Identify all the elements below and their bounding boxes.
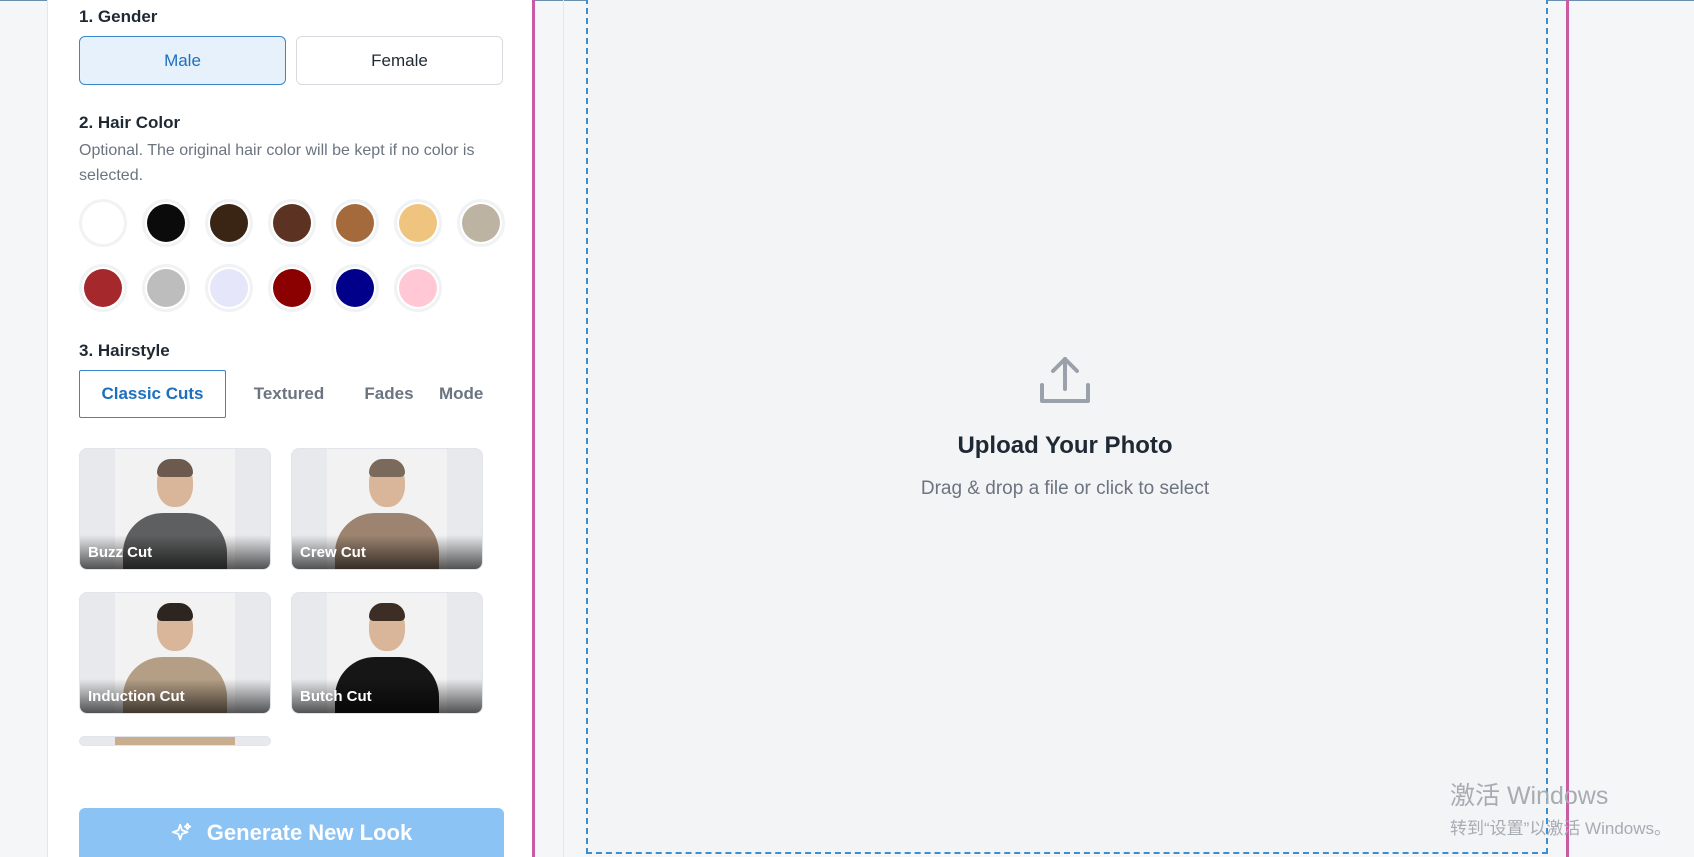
hair-color-swatch[interactable] [205, 199, 253, 247]
hairstyle-tabs: Classic Cuts Textured Fades Mode [79, 370, 505, 418]
hair-color-description: Optional. The original hair color will b… [79, 142, 475, 184]
upload-subtitle: Drag & drop a file or click to select [920, 478, 1210, 499]
hair-color-swatch[interactable] [268, 199, 316, 247]
swatch-color-dot [462, 204, 500, 242]
hairstyle-section-title: 3. Hairstyle [79, 341, 170, 360]
hair-shape [157, 459, 193, 477]
sparkle-icon [171, 822, 191, 840]
swatch-color-dot [273, 204, 311, 242]
hair-color-swatch[interactable] [205, 264, 253, 312]
hair-color-swatch[interactable] [331, 199, 379, 247]
swatch-color-dot [147, 204, 185, 242]
hair-shape [369, 459, 405, 477]
card-label: Induction Cut [88, 688, 185, 705]
hairstyle-card-buzz-cut[interactable]: Buzz Cut [79, 448, 271, 570]
generate-new-look-button[interactable]: Generate New Look [79, 808, 504, 857]
upload-title: Upload Your Photo [957, 432, 1173, 459]
tab-fades[interactable]: Fades [349, 370, 429, 418]
hair-color-swatch[interactable] [394, 199, 442, 247]
hair-color-swatch[interactable] [79, 199, 127, 247]
hair-color-swatch[interactable] [142, 199, 190, 247]
windows-activation-watermark: 激活 Windows 转到“设置”以激活 Windows。 [1450, 776, 1671, 839]
upload-area [563, 0, 1563, 857]
hair-color-swatch[interactable] [331, 264, 379, 312]
swatch-color-dot [336, 204, 374, 242]
tab-textured[interactable]: Textured [239, 370, 339, 418]
swatch-color-dot [399, 269, 437, 307]
swatch-color-dot [147, 269, 185, 307]
swatch-color-dot [210, 204, 248, 242]
hair-color-swatch[interactable] [268, 264, 316, 312]
hairstyle-card-induction-cut[interactable]: Induction Cut [79, 592, 271, 714]
photo-dropzone[interactable] [586, 0, 1548, 854]
card-label: Crew Cut [300, 544, 366, 561]
swatch-color-dot [399, 204, 437, 242]
tab-classic-cuts[interactable]: Classic Cuts [79, 370, 226, 418]
hairstyle-card-butch-cut[interactable]: Butch Cut [291, 592, 483, 714]
style-options-panel: 1. Gender Male Female 2. Hair Color Opti… [47, 0, 534, 857]
swatch-color-dot [84, 269, 122, 307]
swatch-color-dot [273, 269, 311, 307]
panel-divider-left [532, 0, 535, 857]
hair-color-swatch[interactable] [142, 264, 190, 312]
hair-color-swatch[interactable] [79, 264, 127, 312]
gender-section-title: 1. Gender [79, 7, 158, 26]
panel-divider-right [1566, 0, 1569, 857]
hair-color-section-title: 2. Hair Color [79, 113, 181, 132]
hair-shape [369, 603, 405, 621]
hair-color-swatch[interactable] [457, 199, 505, 247]
swatch-color-dot [84, 204, 122, 242]
gender-male-button[interactable]: Male [79, 36, 286, 85]
hairstyle-card-partial[interactable] [79, 736, 271, 746]
hair-color-swatch[interactable] [394, 264, 442, 312]
upload-icon [1040, 357, 1090, 403]
gender-female-button[interactable]: Female [296, 36, 503, 85]
swatch-color-dot [336, 269, 374, 307]
watermark-line-1: 激活 Windows [1450, 782, 1609, 810]
tab-modern[interactable]: Mode [439, 370, 505, 418]
hair-shape [157, 603, 193, 621]
partial-card-photo [115, 737, 235, 745]
card-label: Buzz Cut [88, 544, 153, 561]
watermark-line-2: 转到“设置”以激活 Windows。 [1450, 819, 1672, 838]
card-label: Butch Cut [300, 688, 372, 705]
swatch-color-dot [210, 269, 248, 307]
hairstyle-card-crew-cut[interactable]: Crew Cut [291, 448, 483, 570]
generate-button-label: Generate New Look [206, 819, 413, 845]
